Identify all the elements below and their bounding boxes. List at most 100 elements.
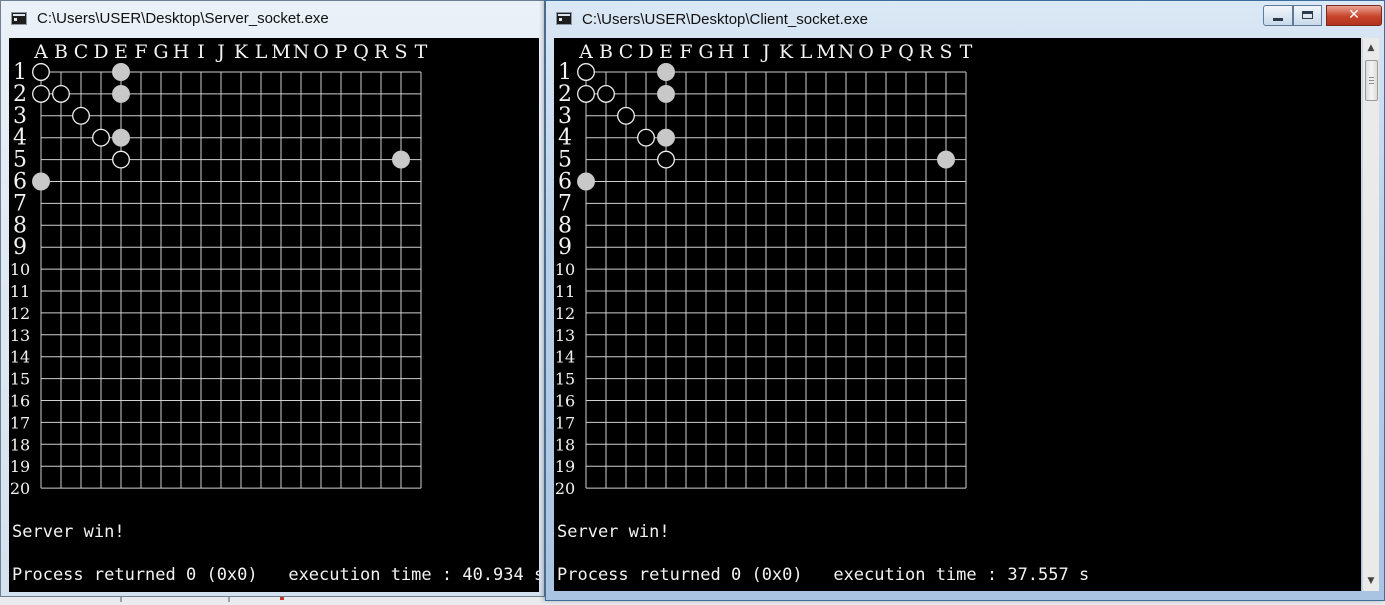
thumb-grip <box>1369 77 1374 78</box>
row-label: 20 <box>10 479 30 498</box>
column-label: D <box>93 41 108 63</box>
window-title: C:\Users\USER\Desktop\Server_socket.exe <box>37 10 329 27</box>
column-label: B <box>599 41 613 63</box>
process-status-text: Process returned 0 (0x0) execution time … <box>557 565 1090 585</box>
console-app-icon[interactable] <box>11 12 27 25</box>
console-area[interactable]: A B C D E F G H I J K L M N O P Q R S T 1 2 3 4 5 6 7 8 9 10 11 12 13 14 1… <box>554 38 1361 591</box>
process-status-text: Process returned 0 (0x0) execution time … <box>12 565 539 585</box>
stone-white <box>92 128 110 147</box>
stone-white <box>32 84 50 103</box>
stone-gray <box>112 84 130 103</box>
stone-white <box>112 150 130 169</box>
stone-gray <box>657 128 675 147</box>
row-label: 15 <box>10 370 30 389</box>
game-result-text: Server win! <box>12 522 125 542</box>
maximize-button[interactable] <box>1293 5 1322 26</box>
column-label: K <box>779 41 794 63</box>
row-label: 10 <box>555 260 575 279</box>
column-label: R <box>374 41 389 63</box>
stone-gray <box>392 150 410 169</box>
column-label: I <box>197 41 205 63</box>
row-label: 17 <box>10 413 30 432</box>
column-label: S <box>394 41 407 63</box>
stone-gray <box>32 172 50 191</box>
column-label: O <box>858 41 874 63</box>
vertical-scrollbar[interactable]: ▲ ▼ <box>1362 38 1379 591</box>
column-label: K <box>234 41 249 63</box>
stone-white <box>637 128 655 147</box>
column-label: S <box>939 41 952 63</box>
stone-gray <box>112 128 130 147</box>
column-label: A <box>33 41 48 63</box>
row-label: 14 <box>555 348 575 367</box>
row-label: 11 <box>10 282 30 301</box>
row-label: 15 <box>555 370 575 389</box>
server-console-window[interactable]: C:\Users\USER\Desktop\Server_socket.exe … <box>0 0 545 597</box>
column-label: G <box>698 41 713 63</box>
column-label: J <box>215 41 225 63</box>
row-label: 13 <box>10 326 30 345</box>
client-titlebar[interactable]: C:\Users\USER\Desktop\Client_socket.exe … <box>546 1 1384 37</box>
column-label: C <box>74 41 89 63</box>
column-label: C <box>619 41 634 63</box>
stone-gray <box>937 150 955 169</box>
column-label: N <box>293 41 310 63</box>
row-label: 12 <box>10 304 30 323</box>
gomoku-board: A B C D E F G H I J K L M N O P Q R S T12345678910111213141… <box>555 41 973 498</box>
column-label: P <box>880 41 893 63</box>
stone-white <box>52 84 70 103</box>
column-label: M <box>816 41 835 63</box>
column-label: D <box>638 41 653 63</box>
server-titlebar[interactable]: C:\Users\USER\Desktop\Server_socket.exe <box>1 1 544 37</box>
column-label: E <box>659 41 673 63</box>
column-label: H <box>718 41 735 63</box>
stone-white <box>577 84 595 103</box>
stone-gray <box>657 84 675 103</box>
row-label: 12 <box>555 304 575 323</box>
column-label: Q <box>353 41 369 63</box>
column-label: N <box>838 41 855 63</box>
row-label: 19 <box>555 457 575 476</box>
column-label: A <box>578 41 593 63</box>
row-label: 9 <box>13 235 27 260</box>
window-title: C:\Users\USER\Desktop\Client_socket.exe <box>582 11 868 28</box>
row-label: 16 <box>10 392 30 411</box>
row-label: 18 <box>10 435 30 454</box>
column-label: P <box>335 41 348 63</box>
column-label: T <box>960 41 973 63</box>
console-area[interactable]: A B C D E F G H I J K L M N O P Q R S T 1 2 3 4 5 6 7 8 9 10 11 12 13 14 1… <box>9 38 539 592</box>
console-app-icon[interactable] <box>556 12 572 25</box>
stone-white <box>32 63 50 81</box>
scroll-down-arrow-icon[interactable]: ▼ <box>1363 573 1379 589</box>
stone-white <box>657 150 675 169</box>
column-label: F <box>679 41 692 63</box>
row-label: 17 <box>555 413 575 432</box>
column-label: L <box>255 41 268 63</box>
scrollbar-thumb[interactable] <box>1365 60 1378 101</box>
stone-gray <box>657 63 675 81</box>
close-button[interactable]: ✕ <box>1326 5 1382 26</box>
column-label: L <box>800 41 813 63</box>
row-label: 16 <box>555 392 575 411</box>
column-label: O <box>313 41 329 63</box>
stone-white <box>577 63 595 81</box>
client-console-window[interactable]: C:\Users\USER\Desktop\Client_socket.exe … <box>545 0 1385 601</box>
column-label: T <box>415 41 428 63</box>
column-label: B <box>54 41 68 63</box>
column-label: J <box>760 41 770 63</box>
game-result-text: Server win! <box>557 522 670 542</box>
column-label: G <box>153 41 168 63</box>
thumb-grip <box>1369 80 1374 81</box>
row-label: 14 <box>10 348 30 367</box>
column-label: H <box>173 41 190 63</box>
close-icon: ✕ <box>1348 7 1360 23</box>
scroll-up-arrow-icon[interactable]: ▲ <box>1363 40 1379 56</box>
column-label: M <box>271 41 290 63</box>
row-label: 18 <box>555 435 575 454</box>
column-label: Q <box>898 41 914 63</box>
stone-gray <box>577 172 595 191</box>
row-label: 9 <box>558 235 572 260</box>
minimize-button[interactable] <box>1263 5 1293 26</box>
gomoku-board: A B C D E F G H I J K L M N O P Q R S T12345678910111213141… <box>10 41 428 498</box>
row-label: 13 <box>555 326 575 345</box>
